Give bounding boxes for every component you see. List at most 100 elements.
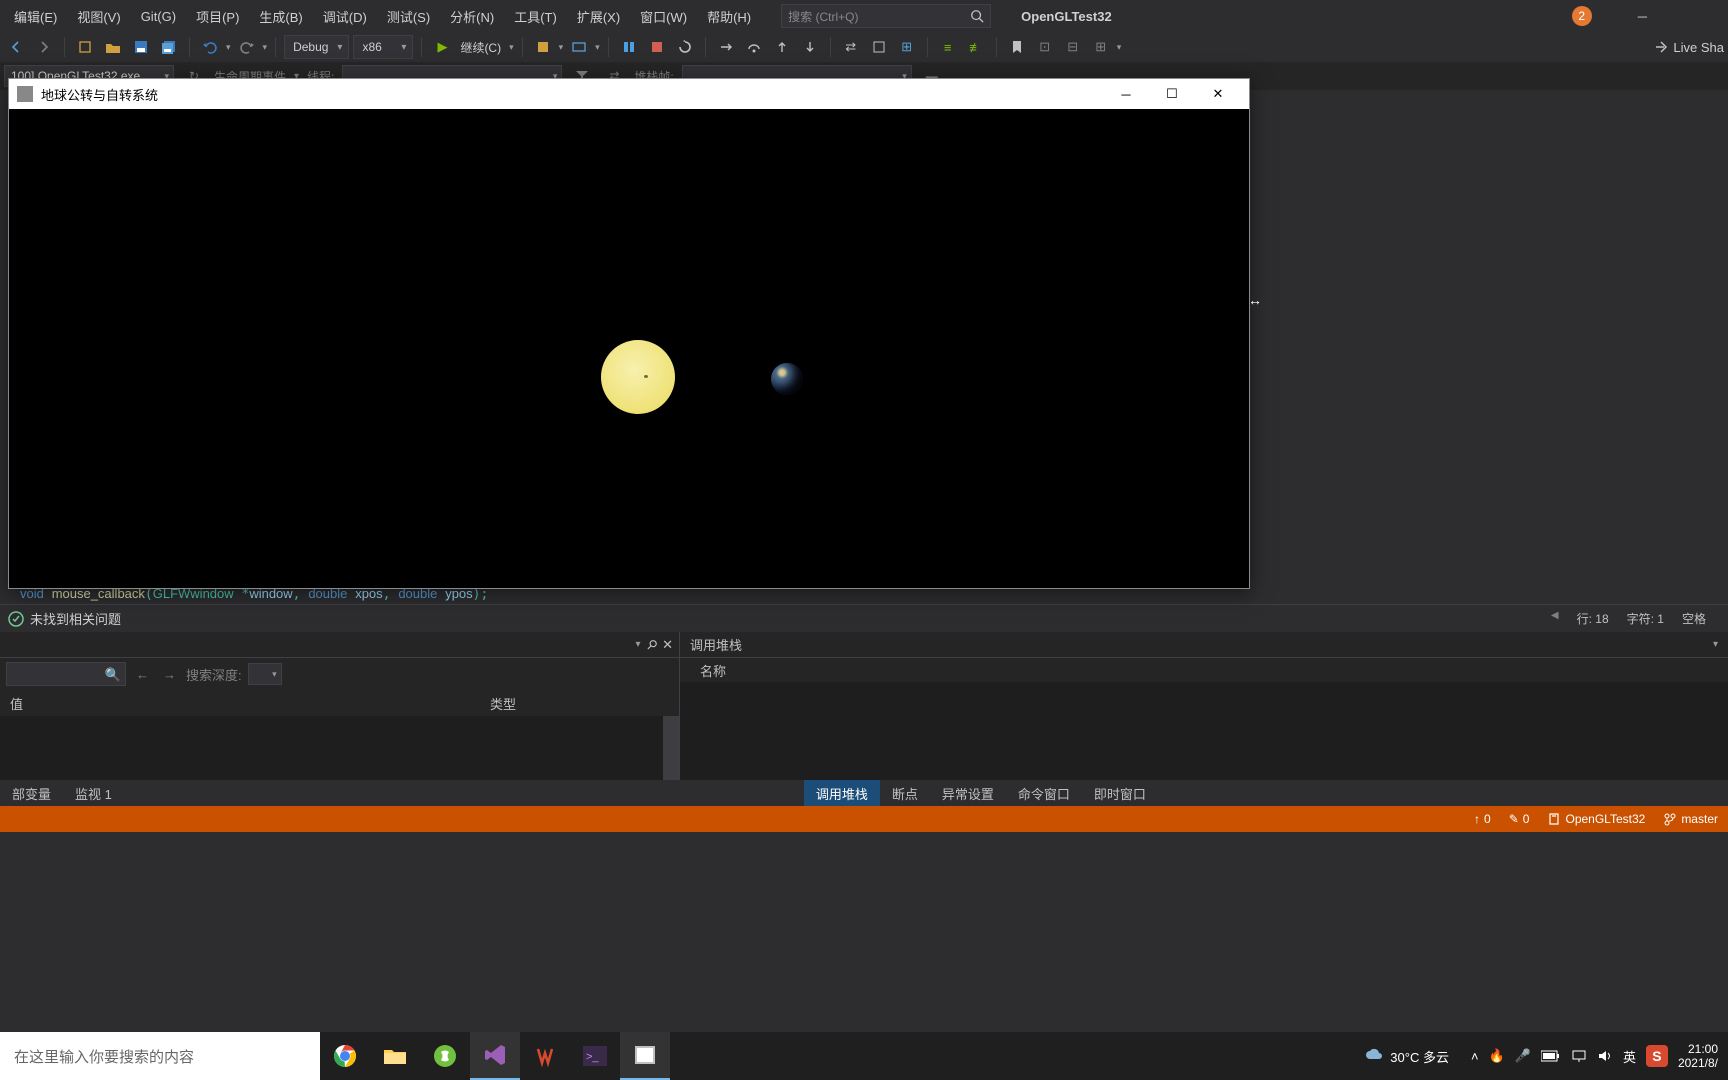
notification-badge[interactable]: 2 — [1572, 6, 1592, 26]
taskbar-terminal[interactable]: >_ — [570, 1032, 620, 1080]
step-into-icon[interactable] — [714, 35, 738, 59]
nav-back-icon[interactable] — [4, 35, 28, 59]
menu-tools[interactable]: 工具(T) — [504, 1, 567, 32]
tray-chevron-icon[interactable]: ˄ — [1471, 1049, 1479, 1064]
dropdown-icon[interactable]: ▾ — [559, 42, 564, 53]
step-icon[interactable] — [798, 35, 822, 59]
stop-icon[interactable] — [645, 35, 669, 59]
tab-callstack[interactable]: 调用堆栈 — [804, 780, 880, 806]
tool-icon[interactable] — [531, 35, 555, 59]
menu-build[interactable]: 生成(B) — [249, 1, 312, 32]
menu-help[interactable]: 帮助(H) — [697, 1, 761, 32]
panel-search-input[interactable]: 🔍 — [6, 662, 126, 686]
taskbar-clock[interactable]: 21:00 2021/8/ — [1678, 1042, 1718, 1071]
tab-immediate[interactable]: 即时窗口 — [1082, 780, 1158, 806]
taskbar-search[interactable]: 在这里输入你要搜索的内容 — [0, 1032, 320, 1080]
restart-icon[interactable] — [673, 35, 697, 59]
tool-icon[interactable] — [567, 35, 591, 59]
taskbar-visualstudio[interactable] — [470, 1032, 520, 1080]
comment-icon[interactable]: ≡ — [936, 35, 960, 59]
ok-icon — [8, 611, 24, 627]
ime-indicator[interactable]: 英 — [1623, 1047, 1636, 1066]
minimize-button[interactable]: ─ — [1103, 79, 1149, 109]
tray-battery-icon[interactable] — [1541, 1050, 1561, 1062]
tab-exception[interactable]: 异常设置 — [930, 780, 1006, 806]
config-dropdown[interactable]: Debug — [284, 35, 349, 59]
save-all-icon[interactable] — [157, 35, 181, 59]
tool-icon[interactable]: ⊡ — [1033, 35, 1057, 59]
vs-statusbar: ↑ 0 ✎ 0 OpenGLTest32 master — [0, 806, 1728, 832]
maximize-button[interactable]: ☐ — [1149, 79, 1195, 109]
global-search[interactable]: 搜索 (Ctrl+Q) — [781, 4, 991, 28]
platform-dropdown[interactable]: x86 — [353, 35, 413, 59]
repo-indicator[interactable]: OpenGLTest32 — [1547, 812, 1645, 826]
close-icon[interactable]: ✕ — [662, 637, 673, 653]
taskbar-opengl-app[interactable] — [620, 1032, 670, 1080]
live-share-button[interactable]: Live Sha — [1653, 39, 1724, 55]
taskbar-chrome[interactable] — [320, 1032, 370, 1080]
taskbar-explorer[interactable] — [370, 1032, 420, 1080]
tool-icon[interactable] — [867, 35, 891, 59]
depth-dropdown[interactable] — [248, 663, 282, 685]
step-out-icon[interactable] — [770, 35, 794, 59]
dropdown-icon[interactable]: ▾ — [1117, 42, 1122, 53]
bookmark-icon[interactable] — [1005, 35, 1029, 59]
weather-widget[interactable]: 30°C 多云 — [1364, 1047, 1449, 1066]
tool-icon[interactable]: ⊞ — [1089, 35, 1113, 59]
menu-test[interactable]: 测试(S) — [377, 1, 440, 32]
tab-locals[interactable]: 部变量 — [0, 780, 63, 806]
prev-result-icon[interactable]: ← — [132, 667, 153, 682]
resize-cursor-icon: ↔ — [1248, 292, 1262, 308]
scroll-left-icon[interactable]: ◀ — [1551, 610, 1559, 627]
dropdown-icon[interactable]: ▾ — [595, 42, 600, 53]
redo-icon[interactable] — [235, 35, 259, 59]
dropdown-icon[interactable]: ▾ — [636, 639, 641, 650]
dropdown-icon[interactable]: ▾ — [263, 42, 268, 53]
tool-icon[interactable]: ⇄ — [839, 35, 863, 59]
vs-minimize-button[interactable]: ─ — [1622, 1, 1663, 32]
sogou-ime-icon[interactable]: S — [1646, 1045, 1668, 1067]
tab-watch[interactable]: 监视 1 — [63, 780, 124, 806]
tray-volume-icon[interactable] — [1597, 1049, 1613, 1063]
new-item-icon[interactable] — [73, 35, 97, 59]
taskbar-app3[interactable] — [420, 1032, 470, 1080]
tool-icon[interactable]: ⊟ — [1061, 35, 1085, 59]
pin-icon[interactable]: ⚲ — [642, 635, 660, 653]
next-result-icon[interactable]: → — [159, 667, 180, 682]
opengl-titlebar[interactable]: 地球公转与自转系统 ─ ☐ ✕ — [9, 79, 1249, 109]
menu-debug[interactable]: 调试(D) — [313, 1, 377, 32]
close-button[interactable]: ✕ — [1195, 79, 1241, 109]
col-value[interactable]: 值 — [10, 694, 190, 713]
tab-command[interactable]: 命令窗口 — [1006, 780, 1082, 806]
tool-icon[interactable]: ⊞ — [895, 35, 919, 59]
tray-app-icon[interactable]: 🔥 — [1489, 1048, 1505, 1064]
open-icon[interactable] — [101, 35, 125, 59]
col-type[interactable]: 类型 — [490, 694, 516, 713]
save-icon[interactable] — [129, 35, 153, 59]
tray-mic-icon[interactable]: 🎤 — [1515, 1048, 1531, 1064]
menu-git[interactable]: Git(G) — [131, 3, 186, 30]
col-name[interactable]: 名称 — [700, 661, 726, 680]
step-over-icon[interactable] — [742, 35, 766, 59]
menu-extensions[interactable]: 扩展(X) — [567, 1, 630, 32]
branch-indicator[interactable]: master — [1663, 812, 1718, 826]
dropdown-icon[interactable]: ▾ — [226, 42, 231, 53]
tray-network-icon[interactable] — [1571, 1049, 1587, 1063]
menu-window[interactable]: 窗口(W) — [630, 1, 697, 32]
menu-view[interactable]: 视图(V) — [67, 1, 130, 32]
continue-button[interactable]: ▶ — [430, 35, 454, 59]
uncomment-icon[interactable]: ≢ — [964, 35, 988, 59]
publish-up[interactable]: ↑ 0 — [1474, 812, 1491, 826]
dropdown-icon[interactable]: ▾ — [509, 42, 514, 53]
dropdown-icon[interactable]: ▾ — [1713, 639, 1718, 650]
undo-icon[interactable] — [198, 35, 222, 59]
taskbar-wps[interactable] — [520, 1032, 570, 1080]
pending-edit[interactable]: ✎ 0 — [1509, 812, 1530, 826]
menu-project[interactable]: 项目(P) — [186, 1, 249, 32]
tab-breakpoints[interactable]: 断点 — [880, 780, 930, 806]
pause-icon[interactable] — [617, 35, 641, 59]
nav-fwd-icon[interactable] — [32, 35, 56, 59]
menu-edit[interactable]: 编辑(E) — [4, 1, 67, 32]
menu-analyze[interactable]: 分析(N) — [440, 1, 504, 32]
opengl-canvas[interactable] — [9, 109, 1249, 588]
